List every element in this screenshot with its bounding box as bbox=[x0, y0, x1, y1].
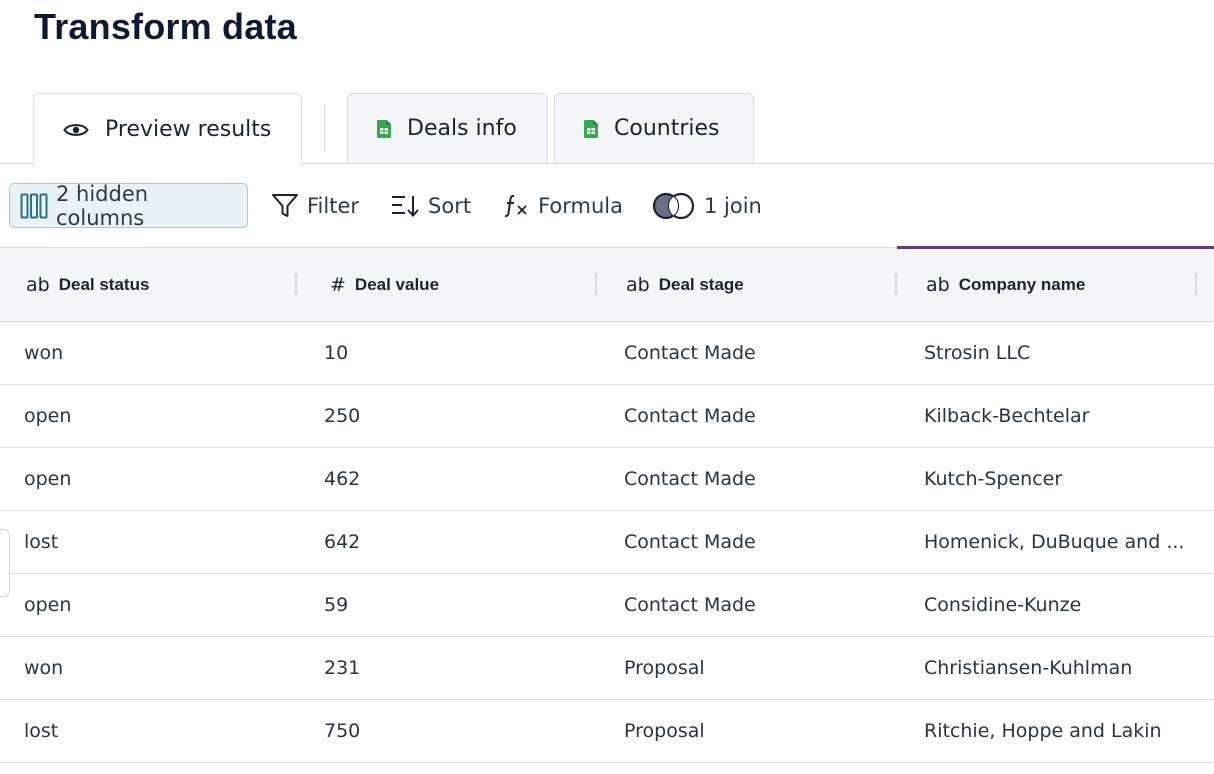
column-header-deal-value[interactable]: # Deal value bbox=[330, 248, 439, 321]
column-header-label: Company name bbox=[958, 274, 1086, 294]
cell-deal-stage: Contact Made bbox=[624, 468, 756, 490]
column-header-label: Deal stage bbox=[658, 274, 744, 294]
column-header-deal-stage[interactable]: ab Deal stage bbox=[626, 248, 744, 321]
tab-label: Countries bbox=[614, 116, 720, 141]
cell-deal-status: lost bbox=[24, 720, 59, 742]
cell-deal-value: 642 bbox=[324, 531, 361, 553]
cell-company-name: Homenick, DuBuque and ... bbox=[924, 531, 1185, 553]
formula-label: Formula bbox=[538, 193, 623, 218]
google-sheets-icon bbox=[377, 119, 391, 138]
eye-icon bbox=[63, 122, 89, 138]
sort-label: Sort bbox=[428, 193, 472, 218]
filter-label: Filter bbox=[307, 193, 360, 218]
cell-deal-status: open bbox=[24, 594, 72, 616]
column-header-label: Deal status bbox=[58, 274, 150, 294]
tab-separator bbox=[324, 104, 325, 152]
side-panel-handle[interactable] bbox=[0, 529, 10, 597]
cell-company-name: Kutch-Spencer bbox=[924, 468, 1063, 490]
cell-deal-status: won bbox=[24, 342, 64, 364]
table-row: won 10 Contact Made Strosin LLC bbox=[0, 322, 1214, 385]
cell-deal-stage: Proposal bbox=[624, 720, 705, 742]
cell-deal-stage: Contact Made bbox=[624, 342, 756, 364]
cell-deal-value: 59 bbox=[324, 594, 349, 616]
tab-deals-info[interactable]: Deals info bbox=[347, 93, 548, 163]
join-label: 1 join bbox=[703, 193, 762, 218]
tab-preview-results[interactable]: Preview results bbox=[33, 93, 302, 165]
sort-button[interactable]: Sort bbox=[390, 183, 471, 228]
cell-deal-value: 231 bbox=[324, 657, 361, 679]
filter-icon bbox=[271, 193, 299, 219]
tab-label: Deals info bbox=[407, 116, 517, 141]
cell-deal-status: open bbox=[24, 468, 72, 490]
join-icon bbox=[652, 192, 696, 220]
column-header-company-name[interactable]: ab Company name bbox=[926, 248, 1085, 321]
text-type-icon: ab bbox=[926, 273, 950, 296]
text-type-icon: ab bbox=[26, 273, 50, 296]
cell-deal-value: 10 bbox=[324, 342, 349, 364]
number-type-icon: # bbox=[330, 273, 346, 296]
column-header-deal-status[interactable]: ab Deal status bbox=[26, 248, 149, 321]
column-resize-handle[interactable] bbox=[595, 273, 597, 295]
cell-company-name: Strosin LLC bbox=[924, 342, 1031, 364]
cell-deal-stage: Contact Made bbox=[624, 531, 756, 553]
table-header: ab Deal status # Deal value ab Deal stag… bbox=[0, 246, 1214, 322]
formula-button[interactable]: Formula bbox=[502, 183, 623, 228]
sort-icon bbox=[390, 193, 420, 219]
column-header-label: Deal value bbox=[354, 274, 440, 294]
hidden-columns-button[interactable]: 2 hidden columns bbox=[9, 181, 248, 230]
cell-deal-value: 462 bbox=[324, 468, 361, 490]
columns-icon bbox=[20, 193, 48, 219]
table-row: lost 642 Contact Made Homenick, DuBuque … bbox=[0, 511, 1214, 574]
cell-company-name: Kilback-Bechtelar bbox=[924, 405, 1090, 427]
table-row: open 462 Contact Made Kutch-Spencer bbox=[0, 448, 1214, 511]
cell-deal-value: 750 bbox=[324, 720, 361, 742]
cell-deal-stage: Proposal bbox=[624, 657, 705, 679]
page-title: Transform data bbox=[34, 6, 297, 47]
cell-deal-stage: Contact Made bbox=[624, 405, 756, 427]
cell-company-name: Considine-Kunze bbox=[924, 594, 1082, 616]
cell-deal-status: won bbox=[24, 657, 64, 679]
table-row: open 59 Contact Made Considine-Kunze bbox=[0, 574, 1214, 637]
column-resize-handle[interactable] bbox=[895, 273, 897, 295]
tab-countries[interactable]: Countries bbox=[554, 93, 754, 163]
hidden-columns-label: 2 hidden columns bbox=[56, 181, 149, 230]
formula-icon bbox=[502, 193, 530, 219]
column-resize-handle[interactable] bbox=[295, 273, 297, 295]
cell-company-name: Christiansen-Kuhlman bbox=[924, 657, 1133, 679]
tab-label: Preview results bbox=[105, 117, 272, 142]
filter-button[interactable]: Filter bbox=[271, 183, 359, 228]
table-row: won 231 Proposal Christiansen-Kuhlman bbox=[0, 637, 1214, 700]
cell-deal-status: open bbox=[24, 405, 72, 427]
cell-deal-stage: Contact Made bbox=[624, 594, 756, 616]
text-type-icon: ab bbox=[626, 273, 650, 296]
cell-deal-value: 250 bbox=[324, 405, 361, 427]
toolbar: 2 hidden columns Filter Sort Formula 1 j… bbox=[9, 181, 762, 230]
join-button[interactable]: 1 join bbox=[652, 183, 762, 228]
cell-company-name: Ritchie, Hoppe and Lakin bbox=[924, 720, 1162, 742]
table-row: open 250 Contact Made Kilback-Bechtelar bbox=[0, 385, 1214, 448]
table-row: lost 750 Proposal Ritchie, Hoppe and Lak… bbox=[0, 700, 1214, 763]
column-resize-handle[interactable] bbox=[1195, 273, 1197, 295]
cell-deal-status: lost bbox=[24, 531, 59, 553]
google-sheets-icon bbox=[584, 119, 598, 138]
